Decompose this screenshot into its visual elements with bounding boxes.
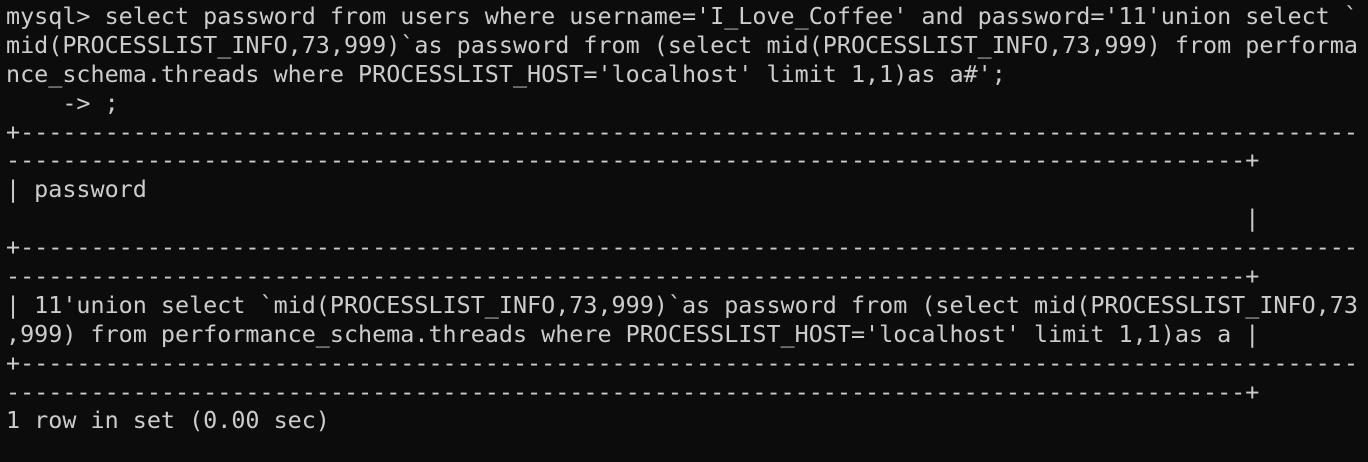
table-border-line: +---------------------------------------… xyxy=(6,117,1358,146)
command-input: mysql> select password from users where … xyxy=(6,2,1368,89)
status-message: 1 row in set (0.00 sec) xyxy=(6,406,1368,435)
table-border-line: ----------------------------------------… xyxy=(6,146,1260,175)
table-border-line: ----------------------------------------… xyxy=(6,377,1260,406)
table-border: +---------------------------------------… xyxy=(6,349,1368,407)
table-row: | 11'union select `mid(PROCESSLIST_INFO,… xyxy=(6,291,1368,349)
table-header: | password | xyxy=(6,175,1368,233)
continuation-prompt-line: -> ; xyxy=(6,88,119,117)
terminal-window[interactable]: mysql> select password from users where … xyxy=(0,0,1368,435)
table-header-line: | password xyxy=(6,175,1358,204)
command-input-line: mysql> select password from users where … xyxy=(6,2,1358,30)
table-border-line: ----------------------------------------… xyxy=(6,262,1260,291)
command-input-line: nce_schema.threads where PROCESSLIST_HOS… xyxy=(6,59,1006,88)
table-border: +---------------------------------------… xyxy=(6,118,1368,176)
table-row-line: ,999) from performance_schema.threads wh… xyxy=(6,319,1260,348)
status-message-line: 1 row in set (0.00 sec) xyxy=(6,406,330,435)
table-border-line: +---------------------------------------… xyxy=(6,233,1358,262)
command-input-line: mid(PROCESSLIST_INFO,73,999)`as password… xyxy=(6,30,1358,59)
table-header-line: | xyxy=(6,204,1260,233)
table-row-line: | 11'union select `mid(PROCESSLIST_INFO,… xyxy=(6,290,1358,319)
continuation-prompt: -> ; xyxy=(6,89,1368,118)
table-border-line: +---------------------------------------… xyxy=(6,348,1358,377)
table-border: +---------------------------------------… xyxy=(6,233,1368,291)
